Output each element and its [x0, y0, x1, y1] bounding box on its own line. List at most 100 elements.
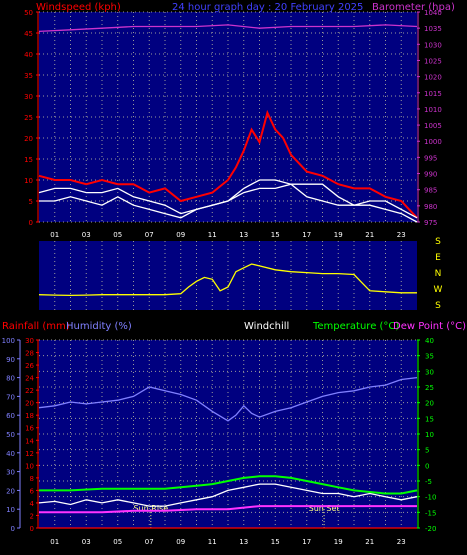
barometer-tick-label: 1035	[424, 25, 442, 33]
rainfall-tick-label: 28	[25, 350, 34, 358]
windspeed-tick-label: 5	[29, 198, 33, 206]
temperature-tick-label: 35	[425, 353, 434, 361]
temperature-tick-label: -5	[425, 478, 432, 486]
hour-tick-label: 15	[271, 231, 280, 239]
humidity-tick-label: 80	[6, 375, 15, 383]
rainfall-tick-label: 14	[25, 437, 34, 445]
hour-tick-label: 01	[50, 538, 59, 546]
windspeed-tick-label: 20	[24, 135, 33, 143]
barometer-tick-label: 1010	[424, 106, 442, 114]
hour-tick-label: 19	[334, 538, 343, 546]
rainfall-tick-label: 10	[25, 462, 34, 470]
humidity-tick-label: 20	[6, 487, 15, 495]
hour-tick-label: 23	[397, 538, 406, 546]
barometer-tick-label: 975	[424, 219, 437, 227]
barometer-tick-label: 995	[424, 154, 437, 162]
rainfall-tick-label: 6	[30, 487, 35, 495]
temperature-tick-label: 25	[425, 384, 434, 392]
temperature-tick-label: 10	[425, 431, 434, 439]
weather-graph: 0510152025303540455097598098599099510001…	[2, 2, 466, 546]
rainfall-tick-label: 16	[25, 425, 34, 433]
wind-direction-plot-area	[39, 241, 417, 310]
temperature-tick-label: 5	[425, 447, 429, 455]
hour-tick-label: 07	[145, 538, 154, 546]
humidity-tick-label: 0	[11, 525, 15, 533]
barometer-tick-label: 1015	[424, 90, 442, 98]
hour-tick-label: 17	[302, 231, 311, 239]
temperature-tick-label: -15	[425, 509, 436, 517]
rainfall-tick-label: 2	[30, 512, 34, 520]
compass-label: S	[435, 237, 441, 247]
barometer-tick-label: 990	[424, 171, 437, 179]
hour-tick-label: 09	[176, 231, 185, 239]
temperature-tick-label: 0	[425, 462, 429, 470]
hour-tick-label: 09	[176, 538, 185, 546]
humidity-tick-label: 70	[6, 393, 15, 401]
compass-label: S	[435, 301, 441, 311]
barometer-tick-label: 1005	[424, 122, 442, 130]
hour-tick-label: 19	[334, 231, 343, 239]
windspeed-tick-label: 0	[29, 219, 33, 227]
legend-rainfall: Rainfall (mm)	[2, 321, 70, 332]
temperature-tick-label: 20	[425, 400, 434, 408]
hour-tick-label: 21	[365, 538, 374, 546]
windspeed-tick-label: 50	[24, 9, 33, 17]
temperature-tick-label: 40	[425, 337, 434, 345]
hour-tick-label: 13	[239, 538, 248, 546]
hour-tick-label: 11	[208, 538, 217, 546]
temperature-tick-label: -10	[425, 494, 436, 502]
temperature-tick-label: -20	[425, 525, 436, 533]
barometer-tick-label: 1030	[424, 41, 442, 49]
hour-tick-label: 21	[365, 231, 374, 239]
humidity-tick-label: 10	[6, 506, 15, 514]
rainfall-tick-label: 20	[25, 400, 34, 408]
hour-tick-label: 01	[50, 231, 59, 239]
windspeed-tick-label: 35	[24, 72, 33, 80]
legend-dew-point: Dew Point (°C)	[393, 321, 466, 332]
barometer-tick-label: 1020	[424, 74, 442, 82]
humidity-tick-label: 60	[6, 412, 15, 420]
legend-humidity: Humidity (%)	[66, 321, 132, 332]
rainfall-tick-label: 22	[25, 387, 34, 395]
temperature-tick-label: 15	[425, 415, 434, 423]
hour-tick-label: 23	[397, 231, 406, 239]
hour-tick-label: 15	[271, 538, 280, 546]
legend-windchill: Windchill	[244, 321, 289, 332]
compass-label: N	[435, 269, 442, 279]
legend-temperature: Temperature (°C)	[312, 321, 399, 332]
rainfall-tick-label: 26	[25, 362, 34, 370]
hour-tick-label: 07	[145, 231, 154, 239]
temperature-tick-label: 30	[425, 368, 434, 376]
rainfall-tick-label: 18	[25, 412, 34, 420]
windspeed-tick-label: 10	[24, 177, 33, 185]
hour-tick-label: 03	[82, 231, 91, 239]
barometer-axis-title: Barometer (hpa)	[372, 2, 455, 13]
humidity-tick-label: 40	[6, 450, 15, 458]
windspeed-tick-label: 15	[24, 156, 33, 164]
hour-tick-label: 05	[113, 231, 122, 239]
hour-tick-label: 13	[239, 231, 248, 239]
barometer-tick-label: 1000	[424, 138, 442, 146]
compass-label: W	[434, 285, 443, 295]
compass-labels: SENWS	[434, 237, 443, 311]
windspeed-axis-title: Windspeed (kph)	[36, 2, 121, 13]
windspeed-tick-label: 45	[24, 30, 33, 38]
rainfall-tick-label: 12	[25, 450, 34, 458]
hour-tick-label: 05	[113, 538, 122, 546]
rainfall-tick-label: 30	[25, 337, 34, 345]
hour-tick-label: 17	[302, 538, 311, 546]
humidity-tick-label: 90	[6, 356, 15, 364]
windspeed-tick-label: 25	[24, 114, 33, 122]
humidity-tick-label: 30	[6, 469, 15, 477]
windspeed-tick-label: 30	[24, 93, 33, 101]
barometer-tick-label: 1025	[424, 57, 442, 65]
windspeed-tick-label: 40	[24, 51, 33, 59]
humidity-tick-label: 50	[6, 431, 15, 439]
compass-label: E	[435, 253, 441, 263]
rainfall-tick-label: 0	[30, 525, 34, 533]
chart-title: 24 hour graph day : 20 February 2025	[172, 2, 363, 13]
humidity-tick-label: 100	[2, 337, 15, 345]
rainfall-tick-label: 8	[30, 475, 34, 483]
rainfall-tick-label: 24	[25, 375, 34, 383]
hour-tick-label: 11	[208, 231, 217, 239]
